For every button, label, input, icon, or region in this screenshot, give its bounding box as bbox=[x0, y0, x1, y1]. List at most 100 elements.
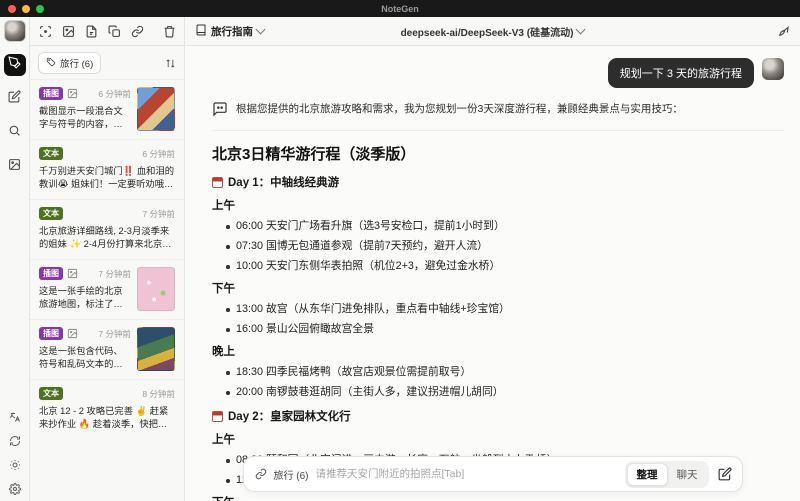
list-item[interactable]: 文本 6 分钟前 千万别进天安门城门‼️ 血和泪的教训😭 姐妹们！一定要听劝哦❗… bbox=[30, 139, 184, 199]
note-snippet: 截图显示一段混合文字与符号的内容，包含多行无序排列的字母、数字和符... bbox=[39, 106, 123, 129]
user-message-bubble: 规划一下 3 天的旅游行程 bbox=[607, 58, 754, 88]
itinerary-item: 06:00 天安门广场看升旗（选3号安检口，提前1小时到） bbox=[226, 220, 784, 233]
itinerary-section: 下午 14:00 圆明园（东门进→西洋楼遗址→全景沙盘）17:00 雍和宫（关门… bbox=[212, 494, 784, 501]
note-snippet: 北京旅游详细路线, 2-3月淡季来的姐妹 ✨ 2-4月份打算来北京玩的宝子 不用… bbox=[39, 226, 172, 249]
day-label: Day 1：中轴线经典游 bbox=[228, 177, 340, 189]
day-label: Day 2：皇家园林文化行 bbox=[228, 411, 351, 423]
list-item[interactable]: 插图 7 分钟前 这是一张手绘的北京旅游地图，标注了景点、交通方式和门票价格，如… bbox=[30, 259, 184, 319]
image-upload-icon[interactable] bbox=[61, 24, 75, 38]
note-type-badge: 插图 bbox=[39, 267, 63, 280]
list-item[interactable]: 插图 6 分钟前 截图显示一段混合文字与符号的内容，包含多行无序排列的字母、数字… bbox=[30, 79, 184, 139]
notebook-icon bbox=[195, 24, 207, 39]
clear-chat-icon[interactable] bbox=[777, 25, 790, 38]
note-edit-icon bbox=[8, 90, 21, 108]
bot-icon bbox=[212, 101, 228, 122]
tag-filter-label: 旅行 (6) bbox=[60, 59, 94, 70]
section-label: 下午 bbox=[212, 494, 784, 501]
list-item[interactable]: 插图 7 分钟前 这是一张包含代码、符号和乱码文本的截图，内容难以辨识，似乎涉及… bbox=[30, 319, 184, 379]
itinerary-day: Day 1：中轴线经典游 上午 06:00 天安门广场看升旗（选3号安检口，提前… bbox=[212, 174, 784, 399]
chevron-down-icon bbox=[575, 24, 586, 35]
itinerary-section: 下午 13:00 故宫（从东华门进免排队，重点看中轴线+珍宝馆） 16:00 景山… bbox=[212, 280, 784, 336]
itinerary: Day 1：中轴线经典游 上午 06:00 天安门广场看升旗（选3号安检口，提前… bbox=[212, 174, 784, 501]
composer-tag-label[interactable]: 旅行 (6) bbox=[274, 467, 309, 482]
translate-icon[interactable] bbox=[8, 410, 21, 423]
itinerary-section: 上午 06:00 天安门广场看升旗（选3号安检口，提前1小时到） 07:30 国博… bbox=[212, 197, 784, 273]
tag-filter-chip[interactable]: 旅行 (6) bbox=[38, 52, 102, 74]
itinerary-item: 10:00 天安门东侧华表拍照（机位2+3，避免过金水桥） bbox=[226, 260, 784, 273]
section-label: 下午 bbox=[212, 283, 235, 295]
pen-icon bbox=[8, 56, 21, 74]
copy-icon[interactable] bbox=[107, 24, 121, 38]
itinerary-section: 晚上 18:30 四季民福烤鸭（故宫店观景位需提前取号） 20:00 南锣鼓巷逛胡… bbox=[212, 343, 784, 399]
day-title: Day 1：中轴线经典游 bbox=[212, 174, 784, 190]
gallery-icon bbox=[8, 158, 21, 176]
compose-icon[interactable] bbox=[716, 465, 734, 483]
list-item[interactable]: 文本 7 分钟前 北京旅游详细路线, 2-3月淡季来的姐妹 ✨ 2-4月份打算来… bbox=[30, 199, 184, 259]
chat-scroll-area[interactable]: 规划一下 3 天的旅游行程 根据您提供的北京旅游攻略和需求，我为您规划一份3天深… bbox=[185, 46, 800, 501]
note-thumbnail bbox=[137, 267, 175, 311]
note-type-badge: 文本 bbox=[39, 207, 63, 220]
chat-header: 旅行指南 deepseek-ai/DeepSeek-V3 (硅基流动) bbox=[185, 17, 800, 45]
window-title: NoteGen bbox=[381, 3, 419, 14]
rail-item-write[interactable] bbox=[4, 88, 26, 110]
mode-toggle: 整理 聊天 bbox=[624, 460, 709, 488]
link-icon bbox=[255, 468, 267, 480]
note-type-badge: 插图 bbox=[39, 87, 63, 100]
note-snippet: 这是一张手绘的北京旅游地图，标注了景点、交通方式和门票价格，如天安... bbox=[39, 286, 123, 309]
day-title: Day 2：皇家园林文化行 bbox=[212, 408, 784, 424]
tag-icon bbox=[46, 57, 56, 70]
user-message-row: 规划一下 3 天的旅游行程 bbox=[212, 58, 784, 88]
composer: 旅行 (6) 整理 聊天 bbox=[242, 456, 743, 492]
note-type-badge: 文本 bbox=[39, 147, 63, 160]
rail-item-search[interactable] bbox=[4, 122, 26, 144]
rail-item-record[interactable] bbox=[3, 54, 26, 76]
sync-icon[interactable] bbox=[8, 434, 21, 447]
organize-mode-button[interactable]: 整理 bbox=[626, 462, 668, 486]
assistant-message-row: 根据您提供的北京旅游攻略和需求，我为您规划一份3天深度游行程，兼顾经典景点与实用… bbox=[212, 100, 784, 122]
file-icon[interactable] bbox=[84, 24, 98, 38]
theme-toggle-icon[interactable] bbox=[8, 458, 21, 471]
note-type-badge: 文本 bbox=[39, 387, 63, 400]
note-timestamp: 6 分钟前 bbox=[142, 148, 175, 159]
note-timestamp: 6 分钟前 bbox=[98, 88, 131, 99]
settings-icon[interactable] bbox=[8, 482, 21, 495]
divider bbox=[212, 130, 784, 131]
note-list: 插图 6 分钟前 截图显示一段混合文字与符号的内容，包含多行无序排列的字母、数字… bbox=[30, 79, 184, 501]
screenshot-icon[interactable] bbox=[38, 24, 52, 38]
itinerary-item: 13:00 故宫（从东华门进免排队，重点看中轴线+珍宝馆） bbox=[226, 303, 784, 316]
user-avatar bbox=[762, 58, 784, 80]
link-icon[interactable] bbox=[130, 24, 144, 38]
chat-input[interactable] bbox=[315, 468, 618, 480]
rail-item-gallery[interactable] bbox=[4, 156, 26, 178]
itinerary-item: 20:00 南锣鼓巷逛胡同（主街人多，建议拐进帽儿胡同） bbox=[226, 386, 784, 399]
itinerary-item: 18:30 四季民福烤鸭（故宫店观景位需提前取号） bbox=[226, 366, 784, 379]
search-icon bbox=[8, 124, 21, 142]
calendar-emoji bbox=[212, 176, 223, 188]
note-timestamp: 7 分钟前 bbox=[98, 268, 131, 279]
note-snippet: 千万别进天安门城门‼️ 血和泪的教训😭 姐妹们！一定要听劝哦❗ 除非是预约了参观… bbox=[39, 166, 175, 189]
collection-selector[interactable]: 旅行指南 bbox=[195, 24, 266, 39]
toolbar: 旅行指南 deepseek-ai/DeepSeek-V3 (硅基流动) bbox=[30, 17, 800, 46]
note-type-badge: 插图 bbox=[39, 327, 63, 340]
user-avatar[interactable] bbox=[3, 20, 26, 42]
itinerary-title: 北京3日精华游行程（淡季版） bbox=[212, 146, 416, 163]
section-label: 上午 bbox=[212, 434, 235, 446]
image-chip-icon bbox=[67, 88, 78, 99]
note-timestamp: 7 分钟前 bbox=[142, 208, 175, 219]
list-item[interactable]: 文本 8 分钟前 北京 12 - 2 攻略已完善 ✌️ 赶紧来抄作业 🔥 趁着淡… bbox=[30, 379, 184, 439]
chat-main: 规划一下 3 天的旅游行程 根据您提供的北京旅游攻略和需求，我为您规划一份3天深… bbox=[185, 46, 800, 501]
section-label: 上午 bbox=[212, 200, 235, 212]
assistant-intro: 根据您提供的北京旅游攻略和需求，我为您规划一份3天深度游行程，兼顾经典景点与实用… bbox=[236, 103, 683, 115]
model-name: deepseek-ai/DeepSeek-V3 (硅基流动) bbox=[400, 27, 574, 39]
chat-mode-button[interactable]: 聊天 bbox=[668, 464, 707, 485]
chevron-down-icon bbox=[255, 24, 266, 35]
sort-icon[interactable] bbox=[165, 58, 176, 69]
note-timestamp: 8 分钟前 bbox=[142, 388, 175, 399]
list-toolbar bbox=[30, 17, 185, 45]
trash-icon[interactable] bbox=[162, 24, 176, 38]
model-selector[interactable]: deepseek-ai/DeepSeek-V3 (硅基流动) bbox=[400, 24, 586, 39]
note-thumbnail bbox=[137, 87, 175, 131]
note-snippet: 这是一张包含代码、符号和乱码文本的截图，内容难以辨识，似乎涉及技术... bbox=[39, 346, 123, 369]
note-timestamp: 7 分钟前 bbox=[98, 328, 131, 339]
app-window: NoteGen 旅行指南 deepseek-ai/DeepSeek-V3 (硅基… bbox=[0, 0, 800, 501]
